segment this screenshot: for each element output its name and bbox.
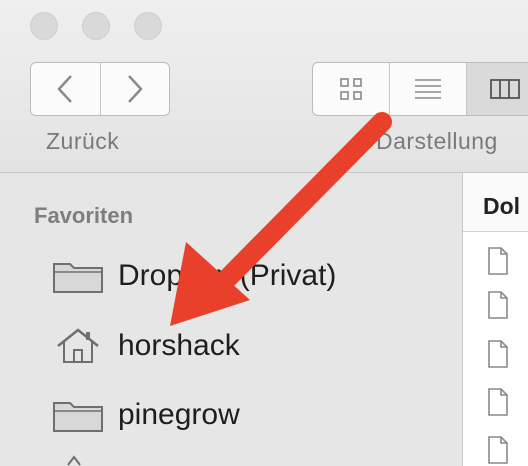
back-button[interactable] <box>31 63 100 115</box>
sidebar-item-pinegrow[interactable]: pinegrow <box>52 390 240 440</box>
partial-item-icon <box>67 455 81 466</box>
sidebar-item-dropbox[interactable]: Dropbox (Privat) <box>52 251 336 301</box>
chevron-right-icon <box>127 75 143 103</box>
chevron-left-icon <box>57 75 73 103</box>
minimize-window-button[interactable] <box>82 12 110 40</box>
view-label: Darstellung <box>376 128 498 154</box>
file-column-pane: Dol <box>463 173 528 466</box>
back-forward-control <box>30 62 170 116</box>
list-icon <box>415 79 441 99</box>
columns-icon <box>490 79 520 99</box>
folder-icon <box>53 402 103 432</box>
document-icon[interactable] <box>487 339 509 369</box>
document-icon[interactable] <box>487 435 509 465</box>
sidebar: Favoriten Dropbox (Privat) horshack pine… <box>0 173 463 466</box>
column-view-button[interactable] <box>466 63 528 115</box>
icon-view-button[interactable] <box>313 63 389 115</box>
home-icon <box>57 328 99 363</box>
document-icon[interactable] <box>487 387 509 417</box>
close-window-button[interactable] <box>30 12 58 40</box>
column-header-label: Dol <box>483 193 521 219</box>
sidebar-item-horshack[interactable]: horshack <box>52 321 240 371</box>
sidebar-item-label: horshack <box>118 329 240 362</box>
column-header[interactable]: Dol <box>463 173 528 232</box>
document-icon[interactable] <box>487 290 509 320</box>
toolbar: Zurück Darstellung <box>0 0 528 173</box>
zoom-window-button[interactable] <box>134 12 162 40</box>
sidebar-item-label: pinegrow <box>118 398 240 431</box>
document-icon[interactable] <box>487 246 509 276</box>
view-mode-control <box>312 62 528 116</box>
back-label: Zurück <box>46 128 120 154</box>
folder-icon <box>53 263 103 293</box>
grid-icon <box>340 78 362 100</box>
favorites-section-title: Favoriten <box>34 203 134 228</box>
sidebar-item-label: Dropbox (Privat) <box>118 259 337 292</box>
forward-button[interactable] <box>99 63 170 115</box>
list-view-button[interactable] <box>389 63 466 115</box>
